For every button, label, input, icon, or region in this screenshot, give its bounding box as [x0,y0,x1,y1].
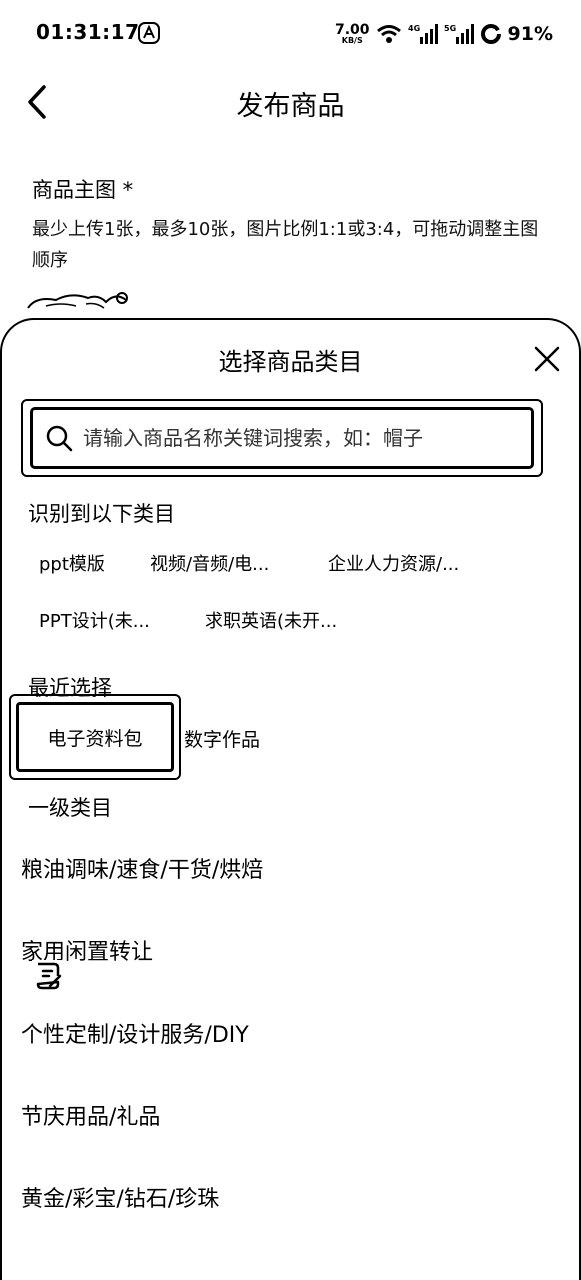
category-item[interactable]: 个性定制/设计服务/DIY [21,1017,249,1049]
category-item[interactable]: 粮油调味/速食/干货/烘焙 [21,852,263,884]
status-indicators: 7.00 KB/S 4G 5G 91% [335,20,553,48]
svg-text:4G: 4G [408,24,420,33]
network-speed-value: 7.00 [334,22,370,38]
recognized-chip[interactable]: 求职英语(未开... [205,607,337,633]
note-edit-icon[interactable] [32,960,64,992]
recent-chip-focus-ring: 电子资料包 [9,694,181,780]
search-icon [46,425,73,452]
category-picker-sheet: 选择商品类目 识别到以下类目 ppt模版 视频/音频/电... 企业人力资源/.… [0,318,581,1280]
notification-app-icon [138,22,160,44]
category-item[interactable]: 黄金/彩宝/钻石/珍珠 [21,1181,219,1213]
level1-heading: 一级类目 [28,796,112,820]
battery-ring-icon [480,24,501,44]
recent-chip[interactable]: 数字作品 [184,725,260,752]
cell-signal-5g-icon: 5G [444,24,474,44]
battery-percentage: 91% [507,23,553,45]
page-title: 发布商品 [236,91,345,122]
search-input[interactable] [83,426,531,450]
main-image-title: 商品主图 * [32,178,134,202]
recognized-chip[interactable]: 企业人力资源/... [328,550,459,576]
search-box-focus-ring [21,399,543,477]
status-bar: 01:31:17 7.00 KB/S 4G 5G 91% [0,0,581,66]
svg-text:5G: 5G [444,24,456,33]
status-time: 01:31:17 [36,20,140,44]
cell-signal-4g-icon: 4G [408,24,438,44]
recognized-chip[interactable]: PPT设计(未... [39,607,150,633]
category-item[interactable]: 节庆用品/礼品 [21,1099,160,1131]
main-image-hint: 最少上传1张，最多10张，图片比例1:1或3:4，可拖动调整主图顺序 [32,219,539,271]
network-speed: 7.00 KB/S [335,23,370,45]
search-box[interactable] [30,407,534,469]
recent-chip-selected[interactable]: 电子资料包 [16,702,174,772]
recognized-chip[interactable]: 视频/音频/电... [150,550,269,576]
recognized-heading: 识别到以下类目 [28,502,175,526]
close-icon[interactable] [532,344,562,374]
page-header: 发布商品 [0,66,581,136]
wifi-icon [376,25,401,43]
sheet-title: 选择商品类目 [218,348,363,376]
recognized-chip[interactable]: ppt模版 [39,550,105,576]
network-speed-unit: KB/S [341,36,363,45]
